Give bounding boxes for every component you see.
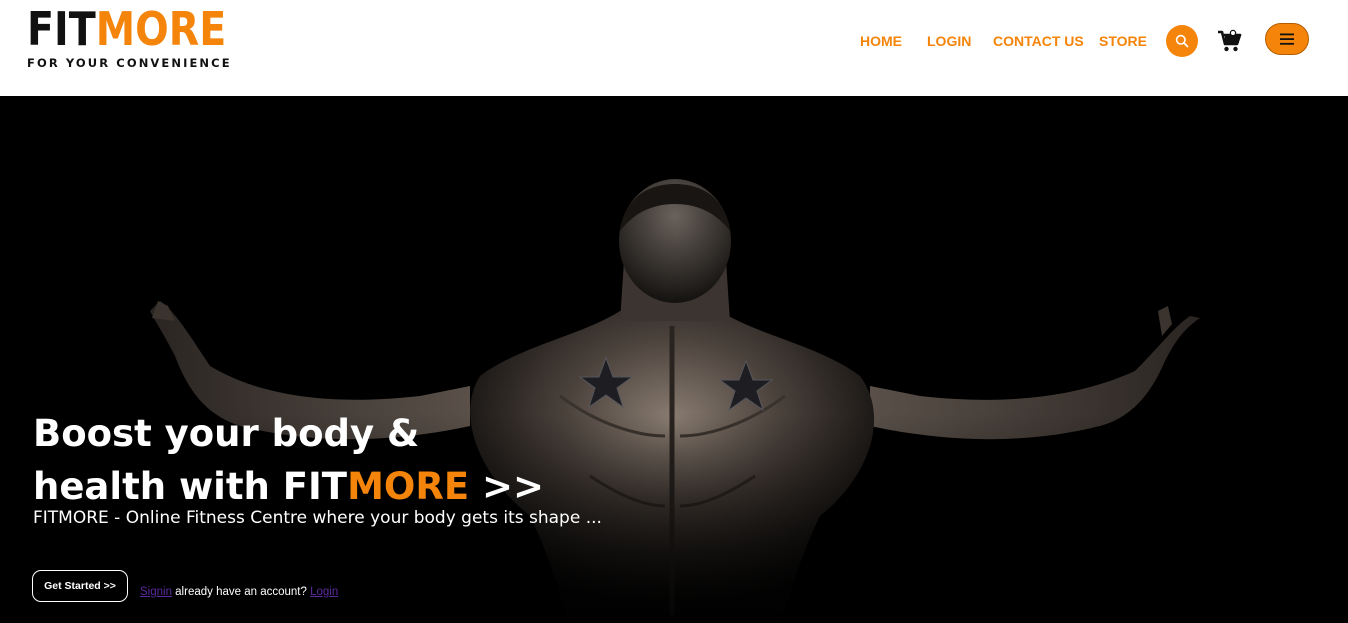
nav-store[interactable]: STORE (1099, 33, 1147, 49)
hero-section: Boost your body & health with FITMORE >>… (0, 96, 1348, 623)
nav-home[interactable]: HOME (860, 33, 902, 49)
login-link[interactable]: Login (310, 586, 338, 598)
search-button[interactable] (1166, 25, 1198, 57)
signin-text: already have an account? (171, 586, 311, 598)
nav-login[interactable]: LOGIN (927, 33, 971, 49)
fitmore-logo[interactable]: FITMORE FOR YOUR CONVENIENCE (27, 4, 259, 70)
headline-line-1: Boost your body & (33, 412, 420, 455)
logo-more: MORE (95, 2, 227, 56)
search-icon (1175, 34, 1189, 48)
logo-fit: FIT (27, 2, 96, 56)
signin-link[interactable]: Signin (140, 586, 172, 598)
cart-icon (1218, 29, 1242, 52)
headline-line-2-prefix: health with FIT (33, 465, 348, 508)
menu-button[interactable] (1265, 23, 1309, 55)
hero-subtitle: FITMORE - Online Fitness Centre where yo… (33, 508, 602, 528)
hamburger-menu-icon (1280, 33, 1294, 45)
site-header: FITMORE FOR YOUR CONVENIENCE HOME LOGIN … (0, 0, 1348, 96)
headline-line-2-accent: MORE (347, 465, 470, 508)
headline-line-2-suffix: >> (469, 465, 544, 508)
cart-button[interactable] (1216, 28, 1244, 54)
get-started-button[interactable]: Get Started >> (32, 570, 128, 602)
logo-tagline: FOR YOUR CONVENIENCE (27, 56, 232, 70)
hero-athlete-image (0, 96, 1348, 623)
signin-row: Signin already have an account? Login (140, 586, 338, 598)
nav-contact-us[interactable]: CONTACT US (993, 33, 1084, 49)
hero-headline: Boost your body & health with FITMORE >> (33, 407, 544, 513)
logo-wordmark: FITMORE (27, 4, 226, 54)
